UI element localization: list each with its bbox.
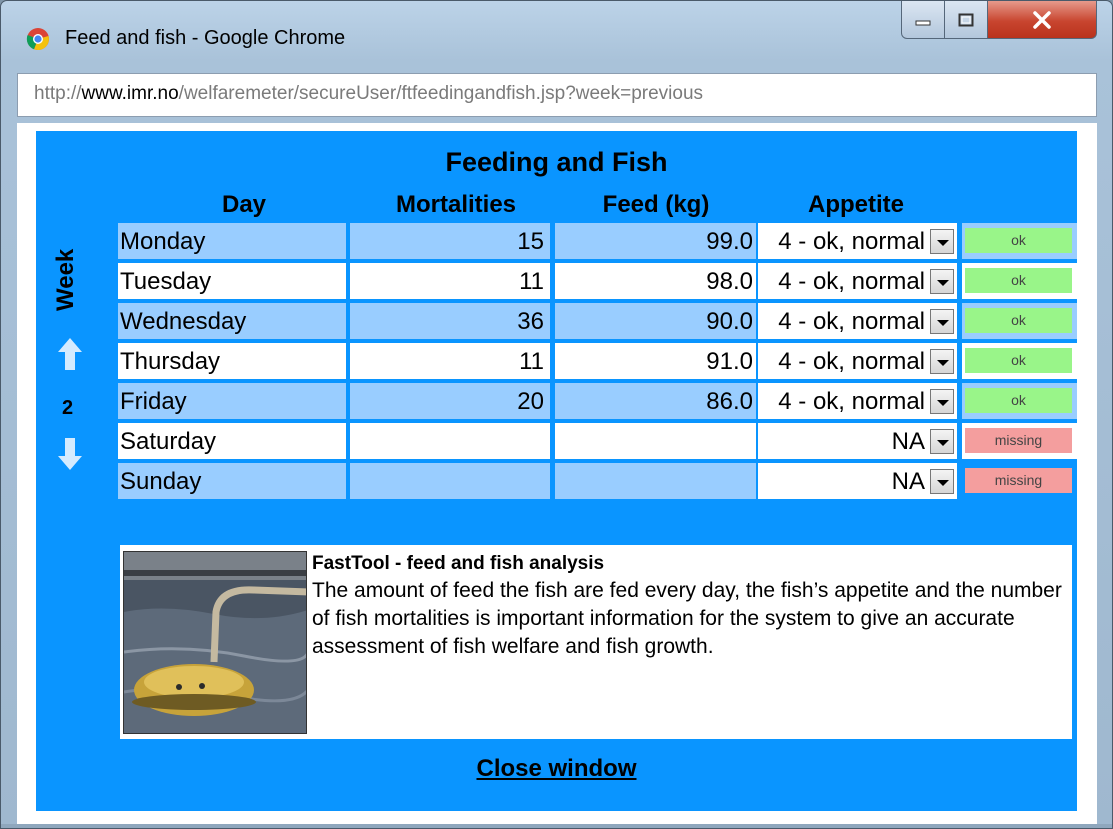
maximize-button[interactable] [944,1,988,39]
appetite-select[interactable]: NA [758,463,957,499]
feed-cell[interactable]: 99.0 [555,223,756,259]
week-up-arrow-icon[interactable] [57,336,83,372]
appetite-value: NA [891,428,925,455]
day-cell: Thursday [118,343,346,379]
close-icon [1033,10,1051,29]
feeding-panel: Feeding and Fish Day Mortalities Feed (k… [36,131,1077,811]
url-host: www.imr.no [81,83,179,104]
appetite-select[interactable]: 4 - ok, normal [758,223,957,259]
day-cell: Saturday [118,423,346,459]
chevron-down-icon[interactable] [930,229,954,254]
appetite-select[interactable]: NA [758,423,957,459]
appetite-value: 4 - ok, normal [778,268,925,295]
status-cell: ok [962,383,1077,419]
day-cell: Monday [118,223,346,259]
status-cell: ok [962,223,1077,259]
status-badge: missing [965,468,1072,493]
status-cell: missing [962,463,1077,499]
appetite-value: 4 - ok, normal [778,308,925,335]
status-badge: missing [965,428,1072,453]
status-cell: missing [962,423,1077,459]
week-label: Week [52,248,79,311]
feed-cell[interactable] [555,463,756,499]
status-cell: ok [962,263,1077,299]
feed-cell[interactable]: 91.0 [555,343,756,379]
day-cell: Sunday [118,463,346,499]
chevron-down-icon[interactable] [930,269,954,294]
feed-cell[interactable]: 90.0 [555,303,756,339]
week-down-arrow-icon[interactable] [57,436,83,472]
address-bar[interactable]: http://www.imr.no/welfaremeter/secureUse… [17,73,1097,117]
mortalities-cell[interactable]: 36 [350,303,550,339]
chevron-down-icon[interactable] [930,469,954,494]
close-window-link[interactable]: Close window [36,755,1077,783]
day-cell: Friday [118,383,346,419]
status-badge: ok [965,228,1072,253]
day-cell: Wednesday [118,303,346,339]
info-title: FastTool - feed and fish analysis [312,553,605,574]
status-badge: ok [965,308,1072,333]
appetite-value: 4 - ok, normal [778,228,925,255]
browser-window: Feed and fish - Google Chrome http://www… [0,0,1113,829]
title-bar[interactable]: Feed and fish - Google Chrome [1,1,1112,67]
chevron-down-icon[interactable] [930,389,954,414]
mortalities-cell[interactable]: 15 [350,223,550,259]
status-badge: ok [965,348,1072,373]
column-header-day: Day [221,191,267,218]
info-box: FastTool - feed and fish analysis The am… [120,545,1072,739]
feeder-photo [123,551,307,734]
maximize-icon [958,13,974,26]
feed-cell[interactable]: 98.0 [555,263,756,299]
column-header-feed: Feed (kg) [602,191,710,218]
week-number: 2 [62,397,74,419]
minimize-button[interactable] [901,1,945,39]
column-header-mortalities: Mortalities [395,191,517,218]
mortalities-cell[interactable]: 11 [350,343,550,379]
appetite-select[interactable]: 4 - ok, normal [758,383,957,419]
mortalities-cell[interactable]: 20 [350,383,550,419]
feed-cell[interactable]: 86.0 [555,383,756,419]
chevron-down-icon[interactable] [930,349,954,374]
appetite-value: 4 - ok, normal [778,388,925,415]
mortalities-cell[interactable] [350,423,550,459]
panel-title: Feeding and Fish [445,147,668,177]
minimize-icon [915,20,931,25]
status-cell: ok [962,303,1077,339]
appetite-select[interactable]: 4 - ok, normal [758,263,957,299]
appetite-select[interactable]: 4 - ok, normal [758,303,957,339]
chevron-down-icon[interactable] [930,429,954,454]
status-badge: ok [965,388,1072,413]
feed-cell[interactable] [555,423,756,459]
status-cell: ok [962,343,1077,379]
url-path: /welfaremeter/secureUser/ftfeedingandfis… [178,83,704,104]
mortalities-cell[interactable]: 11 [350,263,550,299]
info-description: The amount of feed the fish are fed ever… [312,579,1062,658]
chevron-down-icon[interactable] [930,309,954,334]
window-bottom-frame [1,824,1112,828]
appetite-value: 4 - ok, normal [778,348,925,375]
url-scheme: http:// [34,83,82,104]
day-cell: Tuesday [118,263,346,299]
chrome-logo-icon [26,28,49,51]
mortalities-cell[interactable] [350,463,550,499]
window-title: Feed and fish - Google Chrome [65,27,346,49]
status-badge: ok [965,268,1072,293]
appetite-value: NA [891,468,925,495]
page-content: Feeding and Fish Day Mortalities Feed (k… [17,123,1097,824]
appetite-select[interactable]: 4 - ok, normal [758,343,957,379]
column-header-appetite: Appetite [808,191,904,218]
close-window-button[interactable] [987,1,1097,39]
